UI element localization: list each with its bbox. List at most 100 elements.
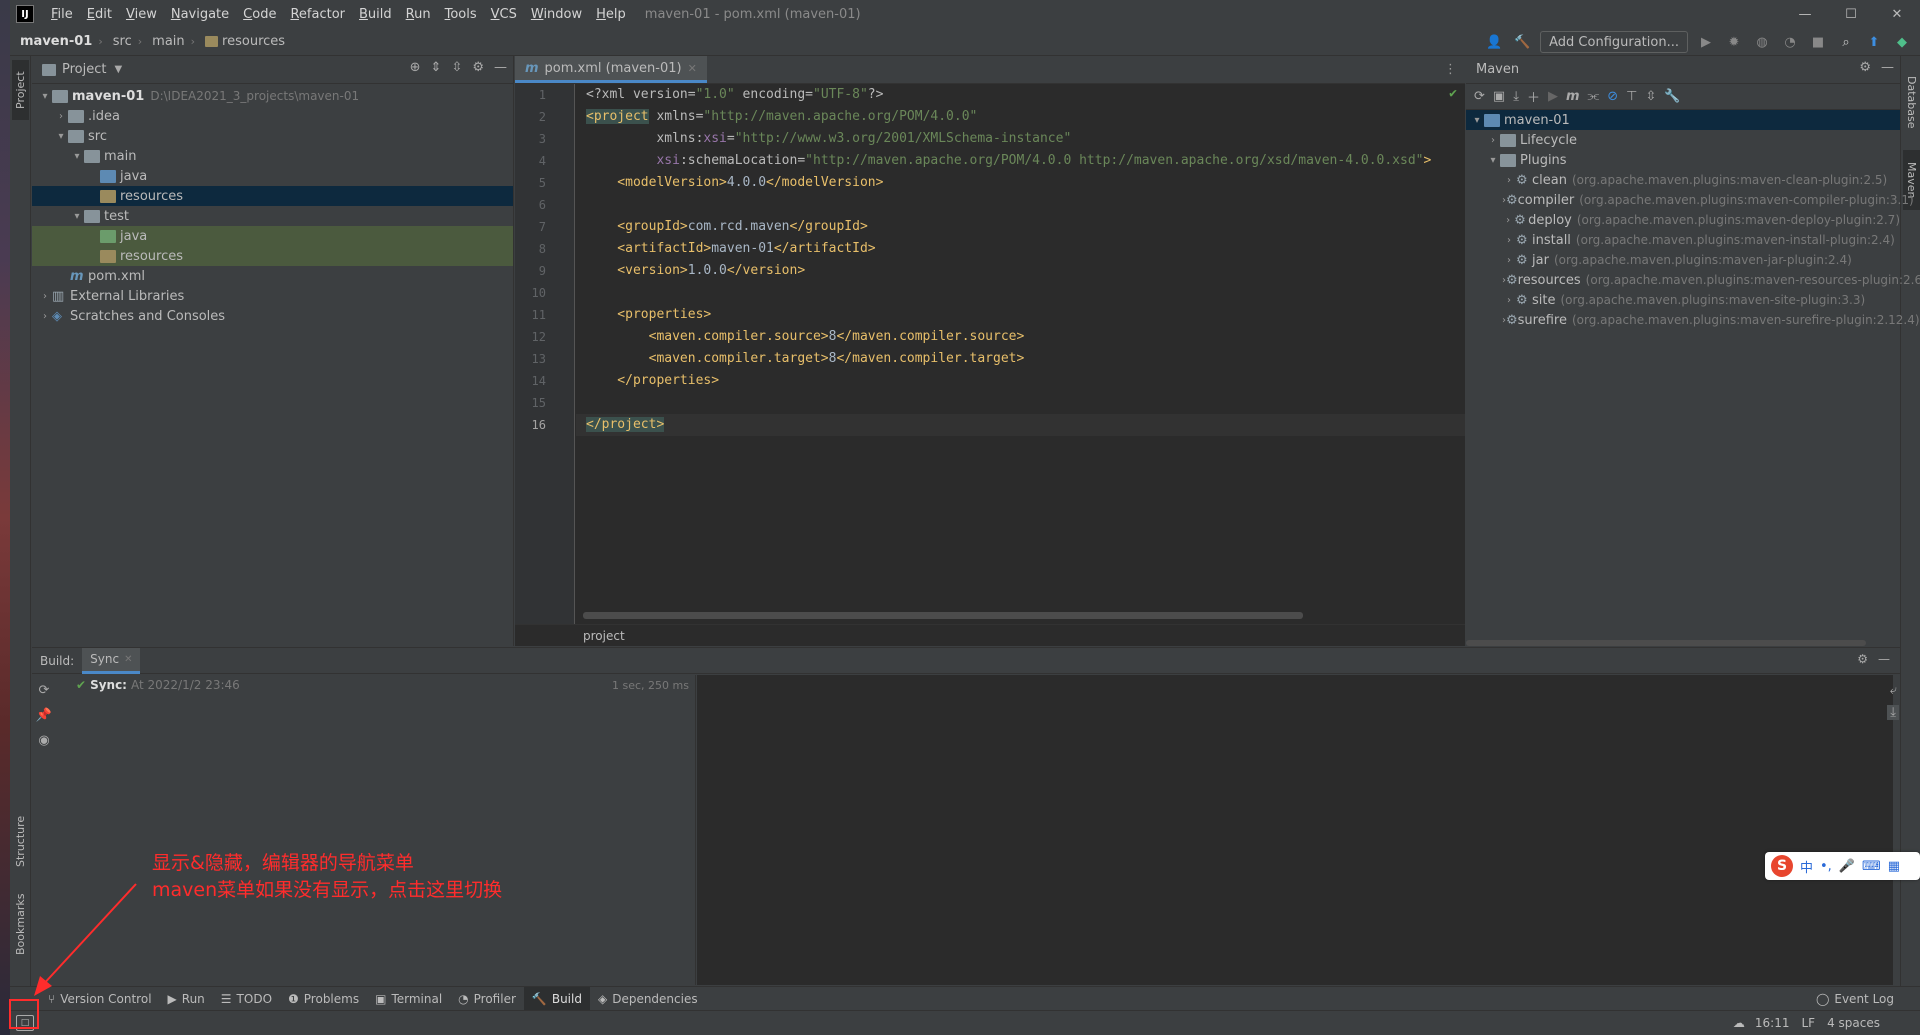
maven-plugin-item[interactable]: › ⚙ compiler (org.apache.maven.plugins:m…: [1466, 190, 1914, 210]
maven-plugin-item[interactable]: › ⚙ jar (org.apache.maven.plugins:maven-…: [1466, 250, 1900, 270]
tab-profiler[interactable]: ◔ Profiler: [450, 987, 524, 1011]
database-tool-tab[interactable]: Database: [1903, 62, 1920, 142]
keyboard-icon[interactable]: ⌨: [1862, 859, 1881, 874]
tab-problems[interactable]: ❶ Problems: [280, 987, 367, 1011]
breadcrumb-project[interactable]: maven-01: [10, 34, 92, 49]
tree-item-src[interactable]: ▾ src: [32, 126, 513, 146]
maven-plugin-item[interactable]: › ⚙ surefire (org.apache.maven.plugins:m…: [1466, 310, 1920, 330]
maven-root[interactable]: ▾ maven-01: [1466, 110, 1900, 130]
chevron-right-icon[interactable]: ›: [1502, 175, 1516, 186]
maven-horizontal-scrollbar[interactable]: [1466, 640, 1866, 646]
build-console[interactable]: ⤶ ⤓: [697, 675, 1899, 985]
gear-icon[interactable]: ⚙: [1859, 60, 1871, 75]
chevron-right-icon[interactable]: ›: [38, 291, 52, 302]
user-icon[interactable]: 👤: [1484, 32, 1504, 52]
maven-plugin-item[interactable]: › ⚙ clean (org.apache.maven.plugins:mave…: [1466, 170, 1900, 190]
menu-vcs[interactable]: VCS: [484, 7, 524, 22]
project-panel-title[interactable]: Project: [62, 62, 106, 77]
collapse-all-icon[interactable]: ⇳: [451, 60, 462, 75]
debug-icon[interactable]: ✹: [1724, 32, 1744, 52]
tree-item-external-libraries[interactable]: › ▥ External Libraries: [32, 286, 513, 306]
inspection-ok-icon[interactable]: ✔: [1449, 86, 1457, 101]
chevron-down-icon[interactable]: ▾: [70, 211, 84, 222]
tab-run[interactable]: ▶ Run: [160, 987, 213, 1011]
menu-window[interactable]: Window: [524, 7, 589, 22]
editor-breadcrumb[interactable]: project: [515, 624, 1465, 646]
menu-run[interactable]: Run: [399, 7, 438, 22]
stop-icon[interactable]: ■: [1808, 32, 1828, 52]
hide-icon[interactable]: —: [494, 60, 507, 75]
tree-item-idea[interactable]: › .idea: [32, 106, 513, 126]
hide-icon[interactable]: —: [1878, 652, 1890, 666]
hide-icon[interactable]: —: [1881, 60, 1894, 75]
tab-event-log[interactable]: ◯ Event Log: [1808, 987, 1902, 1011]
download-icon[interactable]: ⤓: [1513, 89, 1519, 104]
close-tab-icon[interactable]: ✕: [688, 62, 697, 75]
maven-plugins[interactable]: ▾ Plugins: [1466, 150, 1900, 170]
menu-build[interactable]: Build: [352, 7, 399, 22]
chevron-right-icon[interactable]: ›: [38, 311, 52, 322]
menu-help[interactable]: Help: [589, 7, 633, 22]
search-icon[interactable]: ⌕: [1836, 32, 1856, 52]
chevron-right-icon[interactable]: ›: [1502, 235, 1516, 246]
skip-tests-icon[interactable]: ⊘: [1607, 89, 1618, 104]
tab-todo[interactable]: ☰ TODO: [213, 987, 280, 1011]
menu-view[interactable]: View: [119, 7, 164, 22]
ime-punctuation[interactable]: •,: [1820, 859, 1832, 874]
chevron-down-icon[interactable]: ▾: [38, 91, 52, 102]
close-tab-icon[interactable]: ✕: [124, 654, 132, 665]
editor-horizontal-scrollbar[interactable]: [583, 612, 1303, 619]
chevron-right-icon[interactable]: ›: [1486, 135, 1500, 146]
tree-item-main[interactable]: ▾ main: [32, 146, 513, 166]
maven-plugin-item[interactable]: › ⚙ site (org.apache.maven.plugins:maven…: [1466, 290, 1900, 310]
structure-tool-tab[interactable]: Structure: [12, 806, 29, 876]
show-dependencies-icon[interactable]: ⊤: [1626, 89, 1637, 104]
execute-goal-icon[interactable]: m: [1566, 89, 1580, 104]
menu-file[interactable]: File: [44, 7, 80, 22]
notification-icon[interactable]: ☁: [1733, 1016, 1745, 1030]
toggle-offline-icon[interactable]: ⫘: [1588, 89, 1600, 104]
breadcrumb-src[interactable]: src: [103, 34, 132, 49]
wrench-icon[interactable]: 🔧: [1664, 89, 1680, 104]
collapse-all-icon[interactable]: ⇳: [1645, 89, 1656, 104]
tree-item-test[interactable]: ▾ test: [32, 206, 513, 226]
tree-item-main-resources[interactable]: resources: [32, 186, 513, 206]
microphone-icon[interactable]: 🎤: [1839, 859, 1855, 874]
breadcrumb-resources[interactable]: resources: [195, 34, 285, 49]
bookmarks-tool-tab[interactable]: Bookmarks: [12, 884, 29, 964]
chevron-right-icon[interactable]: ›: [1502, 215, 1514, 226]
sync-tab[interactable]: Sync ✕: [82, 647, 141, 674]
tab-build[interactable]: 🔨 Build: [523, 986, 590, 1011]
breadcrumb-main[interactable]: main: [142, 34, 184, 49]
pin-icon[interactable]: 📌: [36, 708, 52, 723]
maven-plugin-item[interactable]: › ⚙ deploy (org.apache.maven.plugins:mav…: [1466, 210, 1900, 230]
minimize-button[interactable]: —: [1782, 0, 1828, 28]
menu-navigate[interactable]: Navigate: [164, 7, 236, 22]
close-window-button[interactable]: ✕: [1874, 0, 1920, 28]
chevron-down-icon[interactable]: ▾: [1470, 115, 1484, 126]
chevron-down-icon[interactable]: ▾: [1486, 155, 1500, 166]
maven-plugin-item[interactable]: › ⚙ resources (org.apache.maven.plugins:…: [1466, 270, 1920, 290]
indent-setting[interactable]: 4 spaces: [1827, 1016, 1880, 1030]
gear-icon[interactable]: ⚙: [1857, 652, 1868, 666]
build-hammer-icon[interactable]: 🔨: [1512, 32, 1532, 52]
scroll-to-end-icon[interactable]: ⤓: [1887, 705, 1899, 720]
chevron-down-icon[interactable]: ▾: [54, 131, 68, 142]
menu-code[interactable]: Code: [236, 7, 283, 22]
more-tabs-icon[interactable]: ⋮: [1444, 62, 1457, 77]
add-icon[interactable]: ＋: [1527, 87, 1540, 106]
dropdown-arrow-icon[interactable]: ▼: [114, 64, 122, 75]
code-area[interactable]: <?xml version="1.0" encoding="UTF-8"?> <…: [576, 84, 1465, 624]
reimport-folder-icon[interactable]: ▣: [1493, 89, 1505, 104]
tree-item-test-resources[interactable]: resources: [32, 246, 513, 266]
eye-icon[interactable]: ◉: [38, 733, 49, 748]
gear-icon[interactable]: ⚙: [472, 60, 484, 75]
soft-wrap-icon[interactable]: ⤶: [1890, 683, 1897, 698]
locate-icon[interactable]: ⊕: [410, 60, 421, 75]
line-separator[interactable]: LF: [1802, 1016, 1816, 1030]
ime-mode[interactable]: 中: [1800, 857, 1813, 876]
run-icon[interactable]: ▶: [1548, 89, 1558, 104]
tree-item-test-java[interactable]: java: [32, 226, 513, 246]
chevron-right-icon[interactable]: ›: [1502, 295, 1516, 306]
tree-item-pom[interactable]: m pom.xml: [32, 266, 513, 286]
